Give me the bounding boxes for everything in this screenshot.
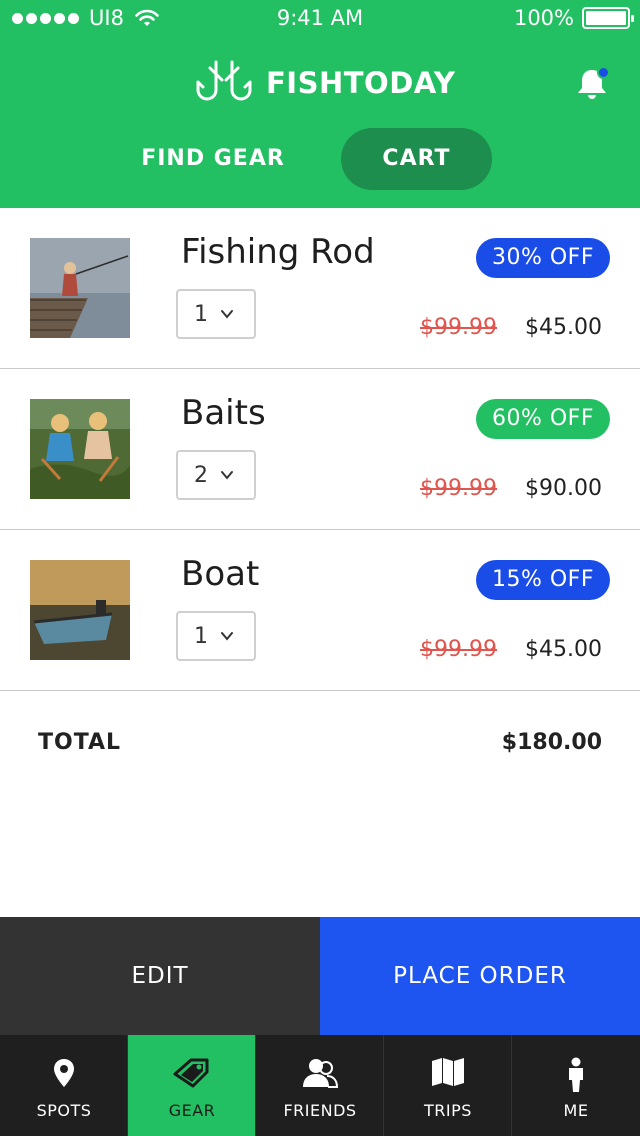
tab-find-gear[interactable]: FIND GEAR bbox=[128, 128, 298, 190]
map-icon bbox=[432, 1058, 464, 1086]
product-image bbox=[30, 238, 130, 338]
quantity-select[interactable]: 1 bbox=[176, 289, 256, 339]
nav-item-trips[interactable]: TRIPS bbox=[384, 1035, 512, 1136]
sale-price: $45.00 bbox=[525, 315, 602, 340]
chevron-down-icon bbox=[221, 471, 233, 480]
quantity-value: 1 bbox=[194, 301, 208, 327]
discount-badge: 30% OFF bbox=[475, 238, 610, 278]
edit-button[interactable]: EDIT bbox=[0, 917, 320, 1035]
product-image bbox=[30, 560, 130, 660]
nav-item-me[interactable]: ME bbox=[512, 1035, 640, 1136]
total-label: TOTAL bbox=[38, 730, 122, 755]
total-row: TOTAL $180.00 bbox=[0, 730, 640, 770]
app-title: FISHTODAY bbox=[266, 66, 456, 100]
discount-badge: 15% OFF bbox=[475, 560, 610, 600]
nav-item-friends[interactable]: FRIENDS bbox=[256, 1035, 384, 1136]
tag-icon bbox=[173, 1058, 209, 1088]
cart-list: Fishing Rod 1 30% OFF $99.99 $45.00 Bait… bbox=[0, 208, 640, 691]
original-price: $99.99 bbox=[420, 476, 497, 501]
chevron-down-icon bbox=[221, 310, 233, 319]
chevron-down-icon bbox=[221, 632, 233, 641]
brand: FISHTODAY bbox=[196, 60, 455, 106]
quantity-value: 1 bbox=[194, 623, 208, 649]
item-name: Fishing Rod bbox=[181, 232, 375, 272]
quantity-value: 2 bbox=[194, 462, 208, 488]
sale-price: $45.00 bbox=[525, 637, 602, 662]
nav-label: ME bbox=[563, 1101, 589, 1120]
status-right: 100% bbox=[513, 6, 634, 30]
person-icon bbox=[569, 1057, 583, 1092]
original-price: $99.99 bbox=[420, 315, 497, 340]
nav-item-spots[interactable]: SPOTS bbox=[0, 1035, 128, 1136]
nav-label: GEAR bbox=[168, 1101, 216, 1120]
nav-label: SPOTS bbox=[36, 1101, 92, 1120]
segment-tabs: FIND GEAR CART bbox=[0, 128, 640, 190]
quantity-select[interactable]: 2 bbox=[176, 450, 256, 500]
cart-item: Fishing Rod 1 30% OFF $99.99 $45.00 bbox=[0, 208, 640, 369]
cart-item: Baits 2 60% OFF $99.99 $90.00 bbox=[0, 369, 640, 530]
notification-button[interactable] bbox=[574, 66, 610, 102]
discount-badge: 60% OFF bbox=[475, 399, 610, 439]
nav-label: FRIENDS bbox=[283, 1101, 357, 1120]
nav-item-gear[interactable]: GEAR bbox=[128, 1035, 256, 1136]
original-price: $99.99 bbox=[420, 637, 497, 662]
sale-price: $90.00 bbox=[525, 476, 602, 501]
map-pin-icon bbox=[54, 1059, 74, 1087]
app-header: UI8 9:41 AM 100% FISHTODAY FIND GEAR CAR… bbox=[0, 0, 640, 208]
tab-cart[interactable]: CART bbox=[341, 128, 492, 190]
item-name: Baits bbox=[181, 393, 266, 433]
battery-icon bbox=[582, 7, 634, 29]
fish-hooks-logo-icon bbox=[196, 60, 252, 101]
item-name: Boat bbox=[181, 554, 260, 594]
action-bar: EDIT PLACE ORDER bbox=[0, 917, 640, 1035]
status-bar: UI8 9:41 AM 100% bbox=[0, 0, 640, 40]
quantity-select[interactable]: 1 bbox=[176, 611, 256, 661]
product-image bbox=[30, 399, 130, 499]
notification-dot bbox=[597, 66, 610, 79]
nav-label: TRIPS bbox=[424, 1101, 472, 1120]
battery-percent: 100% bbox=[513, 6, 574, 30]
bottom-nav: SPOTS GEAR FRIENDS TRIPS ME bbox=[0, 1035, 640, 1136]
place-order-button[interactable]: PLACE ORDER bbox=[320, 917, 640, 1035]
friends-icon bbox=[303, 1059, 338, 1088]
cart-item: Boat 1 15% OFF $99.99 $45.00 bbox=[0, 530, 640, 691]
total-value: $180.00 bbox=[501, 730, 602, 755]
